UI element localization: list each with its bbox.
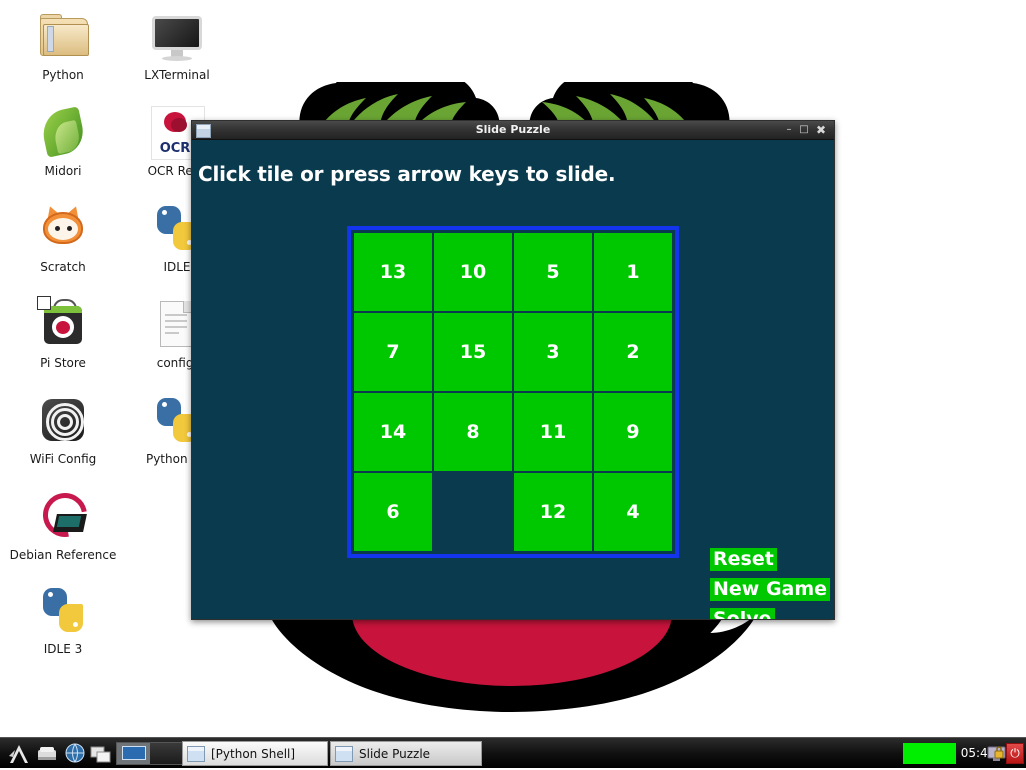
desktop-icon-label: Debian Reference <box>9 548 117 562</box>
desktop-icon-midori[interactable]: Midori <box>8 104 118 178</box>
puzzle-tile[interactable]: 10 <box>433 232 513 312</box>
puzzle-tile[interactable]: 6 <box>353 472 433 552</box>
desktop-icon-label: Pi Store <box>40 356 86 370</box>
puzzle-tile[interactable]: 12 <box>513 472 593 552</box>
menu-icon[interactable] <box>6 741 32 766</box>
desktop-icon-idle3[interactable]: IDLE 3 <box>8 582 118 656</box>
wifi-icon <box>35 392 91 448</box>
puzzle-tile[interactable]: 14 <box>353 392 433 472</box>
desktop-icon-label: IDLE 3 <box>43 642 83 656</box>
puzzle-tile[interactable]: 13 <box>353 232 433 312</box>
lock-screen-icon[interactable] <box>986 743 1008 764</box>
desktop-icon-label: WiFi Config <box>29 452 97 466</box>
instruction-text: Click tile or press arrow keys to slide. <box>198 162 616 186</box>
workspace-1[interactable] <box>117 743 150 764</box>
monitor-icon <box>149 8 205 64</box>
taskbar-button-label: [Python Shell] <box>211 746 296 761</box>
puzzle-blank-tile <box>433 472 513 552</box>
desktop-icon-label: Scratch <box>40 260 86 274</box>
window-icon <box>335 745 353 762</box>
close-icon[interactable]: ✖ <box>814 121 828 139</box>
file-manager-icon[interactable] <box>34 741 60 766</box>
puzzle-tile[interactable]: 4 <box>593 472 673 552</box>
workspace-2[interactable] <box>150 743 183 764</box>
puzzle-tile[interactable]: 5 <box>513 232 593 312</box>
shopping-bag-icon <box>35 296 91 352</box>
debian-book-icon <box>34 484 96 546</box>
window-icon <box>187 745 205 762</box>
maximize-button[interactable]: □ <box>797 121 811 139</box>
solve-button[interactable]: Solve <box>710 608 775 619</box>
puzzle-grid[interactable]: 13 10 5 1 7 15 3 2 14 8 11 9 6 12 4 <box>353 232 673 552</box>
taskbar-button-slide-puzzle[interactable]: Slide Puzzle <box>330 741 482 766</box>
puzzle-tile[interactable]: 9 <box>593 392 673 472</box>
shortcut-overlay-icon <box>37 296 51 310</box>
game-canvas[interactable]: Click tile or press arrow keys to slide.… <box>192 140 834 619</box>
puzzle-tile[interactable]: 7 <box>353 312 433 392</box>
desktop-icon-pi-store[interactable]: Pi Store <box>8 296 118 370</box>
desktop-icon-debian-reference[interactable]: Debian Reference <box>8 484 118 562</box>
web-browser-icon[interactable] <box>62 741 88 766</box>
taskbar-button-label: Slide Puzzle <box>359 746 431 761</box>
slide-puzzle-window[interactable]: Slide Puzzle – □ ✖ Click tile or press a… <box>191 120 835 620</box>
desktop-icon-wifi-config[interactable]: WiFi Config <box>8 392 118 466</box>
desktop-icon-label: LXTerminal <box>144 68 210 82</box>
minimize-button[interactable]: – <box>782 121 796 139</box>
taskbar[interactable]: [Python Shell] Slide Puzzle 05:42 ⏻ <box>0 737 1026 768</box>
taskbar-button-python-shell[interactable]: [Python Shell] <box>182 741 328 766</box>
power-icon[interactable]: ⏻ <box>1006 743 1024 764</box>
puzzle-board[interactable]: 13 10 5 1 7 15 3 2 14 8 11 9 6 12 4 <box>347 226 679 558</box>
puzzle-tile[interactable]: 15 <box>433 312 513 392</box>
puzzle-tile[interactable]: 8 <box>433 392 513 472</box>
show-desktop-icon[interactable] <box>88 741 114 766</box>
new-game-button[interactable]: New Game <box>710 578 831 601</box>
battery-indicator <box>903 743 956 764</box>
reset-button[interactable]: Reset <box>710 548 777 571</box>
puzzle-tile[interactable]: 3 <box>513 312 593 392</box>
puzzle-tile[interactable]: 1 <box>593 232 673 312</box>
window-title: Slide Puzzle <box>475 123 551 136</box>
python-logo-icon <box>35 582 91 638</box>
window-titlebar[interactable]: Slide Puzzle – □ ✖ <box>192 121 834 140</box>
folder-icon <box>35 8 91 64</box>
workspace-pager[interactable] <box>116 742 184 765</box>
puzzle-tile[interactable]: 11 <box>513 392 593 472</box>
puzzle-tile[interactable]: 2 <box>593 312 673 392</box>
desktop-icon-lxterminal[interactable]: LXTerminal <box>122 8 232 82</box>
desktop-icon-label: Python <box>42 68 84 82</box>
cat-icon <box>35 200 91 256</box>
desktop-icon-label: Midori <box>44 164 82 178</box>
desktop[interactable]: Python LXTerminal Midori OCR OCR Reso Sc <box>0 0 1026 737</box>
leaf-icon <box>35 104 91 160</box>
desktop-icon-python-folder[interactable]: Python <box>8 8 118 82</box>
desktop-icon-scratch[interactable]: Scratch <box>8 200 118 274</box>
